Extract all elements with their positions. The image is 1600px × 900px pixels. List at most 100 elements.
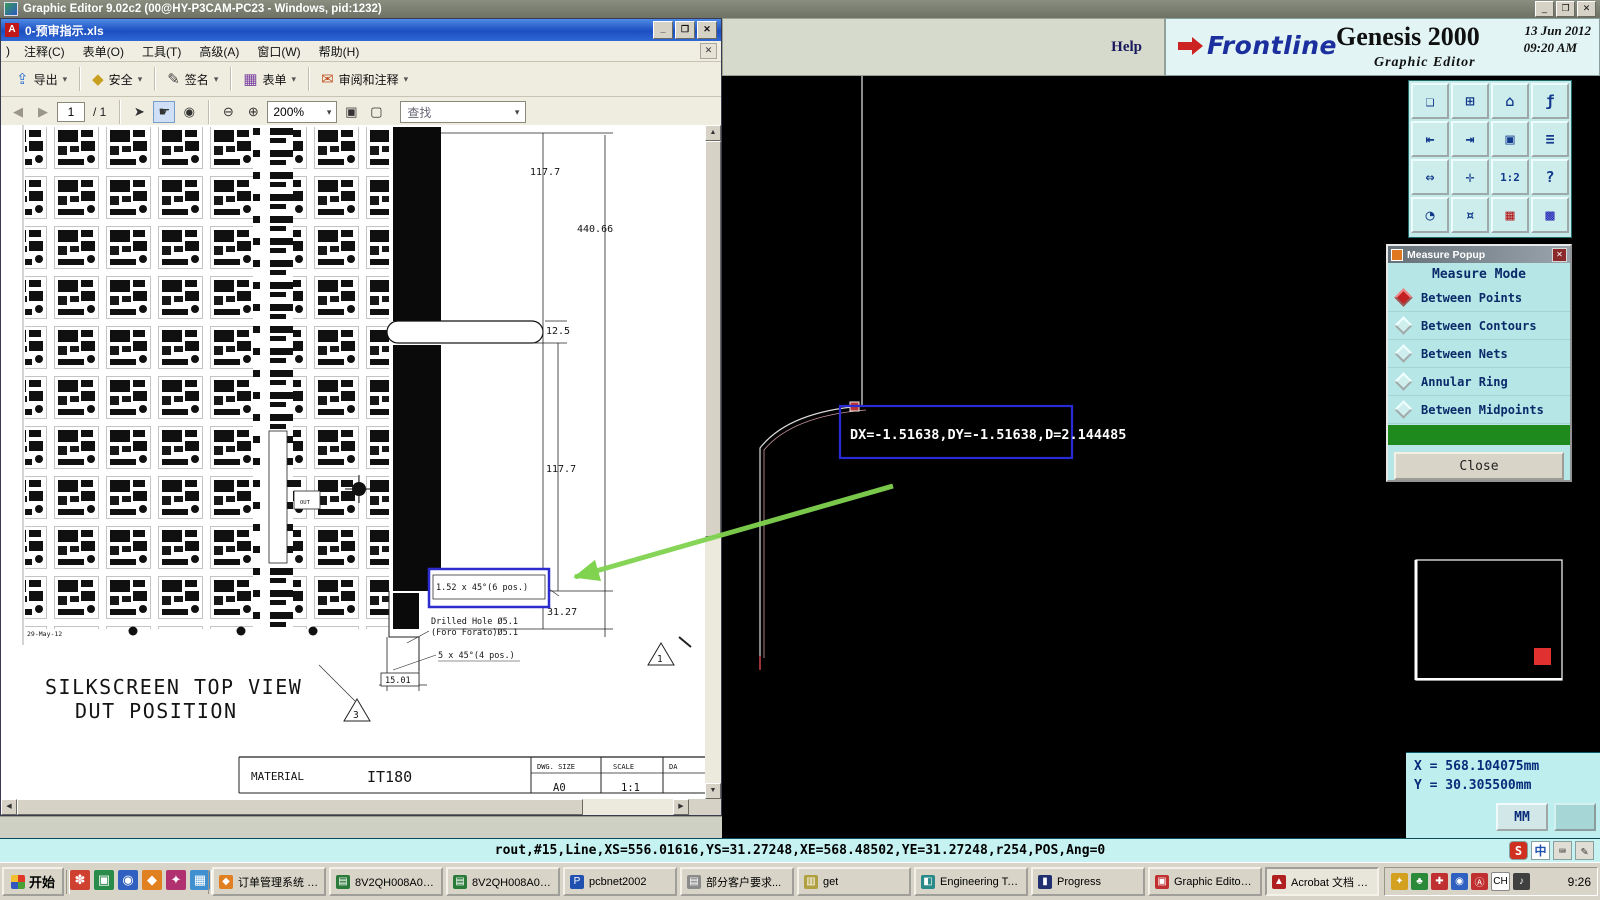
ime-sogou-icon[interactable]: S — [1509, 841, 1528, 860]
task-progress[interactable]: ▮ Progress — [1031, 867, 1145, 896]
scroll-down-icon[interactable]: ▼ — [705, 783, 721, 799]
vertical-scrollbar[interactable]: ▲ ▼ — [705, 125, 721, 799]
tool-scale-button[interactable]: 1:2 — [1491, 159, 1529, 195]
maximize-button[interactable]: ❐ — [1556, 1, 1575, 17]
tool-home-button[interactable]: ⌂ — [1491, 83, 1529, 119]
tool-overlay-button[interactable]: ▣ — [1491, 121, 1529, 157]
fit-page-button[interactable]: ▢ — [365, 101, 387, 123]
menu-item-tools[interactable]: 工具(T) — [133, 43, 190, 60]
horizontal-scrollbar[interactable]: ◀ ▶ — [1, 799, 705, 815]
tray-icon-1[interactable]: ✦ — [1391, 873, 1408, 890]
task-8v2qh008a0-make[interactable]: ▤ 8V2QH008A0制... — [329, 867, 443, 896]
marquee-zoom-button[interactable]: ◉ — [178, 101, 200, 123]
zoom-in-button[interactable]: ⊕ — [242, 101, 264, 123]
tray-icon-6[interactable]: CH — [1491, 872, 1510, 891]
ime-lang-icon[interactable]: 中 — [1531, 841, 1550, 860]
minimize-button[interactable]: _ — [1535, 1, 1554, 17]
tool-layers-button[interactable]: ≡ — [1531, 121, 1569, 157]
pdf-restore-button[interactable]: ❐ — [675, 21, 695, 39]
chamfer-callout-selected[interactable]: 1.52 x 45°(6 pos.) — [427, 567, 551, 609]
task-8v2qh008a0-review[interactable]: ▤ 8V2QH008A0-预... — [446, 867, 560, 896]
scroll-right-icon[interactable]: ▶ — [673, 799, 689, 815]
measure-popup-titlebar[interactable]: Measure Popup ✕ — [1388, 246, 1570, 263]
radio-selected-icon — [1394, 288, 1413, 307]
tool-copy-window-button[interactable]: ❏ — [1411, 83, 1449, 119]
toolbar-close-icon[interactable]: ✕ — [700, 43, 717, 59]
quick-launch-icon-4[interactable]: ◆ — [142, 870, 162, 890]
review-comment-button[interactable]: ✉ 审阅和注释 ▾ — [314, 67, 415, 92]
start-button[interactable]: 开始 — [2, 867, 64, 896]
tool-pan-button[interactable]: ✛ — [1451, 159, 1489, 195]
find-input[interactable]: 查找 ▾ — [400, 101, 527, 123]
units-extra-button[interactable] — [1554, 803, 1596, 831]
tray-icon-2[interactable]: ♣ — [1411, 873, 1428, 890]
quick-launch-icon-1[interactable]: ✽ — [70, 870, 90, 890]
task-pcbnet2002[interactable]: P pcbnet2002 — [563, 867, 677, 896]
tool-grid-blue-button[interactable]: ▩ — [1531, 197, 1569, 233]
menu-item-comment[interactable]: 注释(C) — [15, 43, 74, 60]
tool-help-button[interactable]: ? — [1531, 159, 1569, 195]
pen-settings-icon[interactable]: ✎ — [1575, 841, 1594, 860]
tool-grid-red-button[interactable]: ▦ — [1491, 197, 1529, 233]
close-icon[interactable]: ✕ — [1552, 247, 1567, 262]
zoom-out-button[interactable]: ⊖ — [217, 101, 239, 123]
window-bottom-strip — [0, 816, 722, 839]
fit-width-button[interactable]: ▣ — [340, 101, 362, 123]
menu-item-advanced[interactable]: 高级(A) — [190, 43, 248, 60]
measure-mode-between-nets[interactable]: Between Nets — [1388, 340, 1570, 368]
overview-thumbnail[interactable] — [1414, 559, 1563, 681]
task-customer-requirements[interactable]: ▤ 部分客户要求... — [680, 867, 794, 896]
zoom-level-select[interactable]: 200% ▾ — [267, 101, 338, 123]
quick-launch-icon-2[interactable]: ▣ — [94, 870, 114, 890]
measure-mode-between-points[interactable]: Between Points — [1388, 284, 1570, 312]
menu-item-forms[interactable]: 表单(O) — [74, 43, 133, 60]
measure-mode-between-contours[interactable]: Between Contours — [1388, 312, 1570, 340]
units-toggle-button[interactable]: MM — [1496, 803, 1548, 831]
pdf-close-button[interactable]: ✕ — [697, 21, 717, 39]
scrollbar-thumb[interactable] — [17, 799, 583, 815]
scroll-left-icon[interactable]: ◀ — [1, 799, 17, 815]
pdf-page-content[interactable]: 117.7 440.66 12.5 117.7 31.27 OUT 29-May… — [1, 125, 705, 799]
scroll-up-icon[interactable]: ▲ — [705, 125, 721, 141]
tool-expand-button[interactable]: ⇔ — [1411, 159, 1449, 195]
export-button[interactable]: ⇪ 导出 ▾ — [9, 67, 74, 92]
tool-dock-left-button[interactable]: ⇤ — [1411, 121, 1449, 157]
tray-icon-3[interactable]: ✚ — [1431, 873, 1448, 890]
next-page-button[interactable]: ▶ — [32, 101, 54, 123]
close-button[interactable]: ✕ — [1577, 1, 1596, 17]
hand-tool-button[interactable]: ☛ — [153, 101, 176, 123]
pdf-minimize-button[interactable]: _ — [653, 21, 673, 39]
quick-launch-icon-3[interactable]: ◉ — [118, 870, 138, 890]
prev-page-button[interactable]: ◀ — [7, 101, 29, 123]
system-titlebar[interactable]: Graphic Editor 9.02c2 (00@HY-P3CAM-PC23 … — [0, 0, 1600, 18]
select-tool-button[interactable]: ➤ — [128, 101, 150, 123]
measure-mode-annular-ring[interactable]: Annular Ring — [1388, 368, 1570, 396]
menu-item-help[interactable]: 帮助(H) — [310, 43, 369, 60]
measure-mode-between-midpoints[interactable]: Between Midpoints — [1388, 396, 1570, 424]
forms-button[interactable]: ▦ 表单 ▾ — [236, 67, 303, 92]
measure-popup-close-button[interactable]: Close — [1394, 452, 1564, 480]
keyboard-icon[interactable]: ⌨ — [1553, 841, 1572, 860]
sign-button[interactable]: ✎ 签名 ▾ — [160, 67, 225, 92]
pdf-titlebar[interactable]: A 0-预审指示.xls _ ❐ ✕ — [1, 19, 721, 41]
tool-probe-button[interactable]: ¤ — [1451, 197, 1489, 233]
secure-button[interactable]: ◆ 安全 ▾ — [85, 67, 149, 92]
scrollbar-thumb[interactable] — [705, 141, 721, 537]
task-order-system[interactable]: ◆ 订单管理系统 -... — [212, 867, 326, 896]
task-get[interactable]: ▥ get — [797, 867, 911, 896]
menu-item-window[interactable]: 窗口(W) — [248, 43, 309, 60]
quick-launch-icon-6[interactable]: ▦ — [190, 870, 210, 890]
tool-function-button[interactable]: ƒ — [1531, 83, 1569, 119]
help-button[interactable]: Help — [1111, 39, 1142, 56]
task-acrobat-document[interactable]: ▲ Acrobat 文档 位... — [1265, 867, 1379, 896]
tool-dock-right-button[interactable]: ⇥ — [1451, 121, 1489, 157]
tool-clock-button[interactable]: ◔ — [1411, 197, 1449, 233]
tray-icon-5[interactable]: Ⓐ — [1471, 873, 1488, 890]
page-number-input[interactable]: 1 — [57, 102, 85, 122]
task-graphic-editor[interactable]: ▣ Graphic Editor 9... — [1148, 867, 1262, 896]
tray-icon-7[interactable]: ♪ — [1513, 873, 1530, 890]
task-engineering-toolkit[interactable]: ◧ Engineering Tool... — [914, 867, 1028, 896]
tool-screens-button[interactable]: ⊞ — [1451, 83, 1489, 119]
quick-launch-icon-5[interactable]: ✦ — [166, 870, 186, 890]
tray-icon-4[interactable]: ◉ — [1451, 873, 1468, 890]
